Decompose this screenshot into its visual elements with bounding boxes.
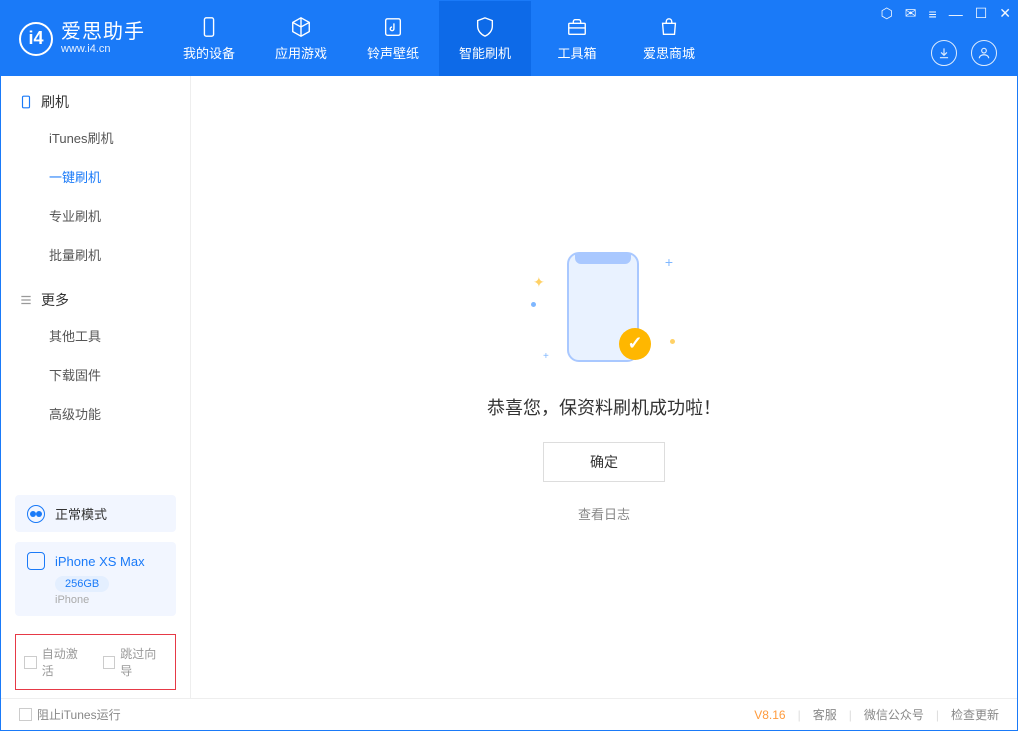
app-logo: i4 爱思助手 www.i4.cn <box>1 1 163 76</box>
toolbox-icon <box>565 15 589 39</box>
shirt-icon[interactable]: ⬡ <box>881 5 893 22</box>
logo-icon: i4 <box>19 22 53 56</box>
tab-toolbox[interactable]: 工具箱 <box>531 1 623 76</box>
device-type: iPhone <box>55 594 164 606</box>
checkbox-auto-activate[interactable]: 自动激活 <box>24 645 89 679</box>
tab-ringtone-wallpaper[interactable]: 铃声壁纸 <box>347 1 439 76</box>
checkbox-icon <box>19 708 32 721</box>
success-illustration: ✓ ✦ + + <box>529 252 679 372</box>
sidebar-section-flash: 刷机 <box>1 76 190 118</box>
menu-icon[interactable]: ≡ <box>929 6 937 22</box>
sparkle-icon: + <box>665 254 673 270</box>
footer: 阻止iTunes运行 V8.16 | 客服 | 微信公众号 | 检查更新 <box>1 698 1017 730</box>
sparkle-icon: + <box>543 351 549 362</box>
download-icon[interactable] <box>931 40 957 66</box>
sidebar-item-advanced[interactable]: 高级功能 <box>1 394 190 433</box>
checkbox-icon <box>103 656 116 669</box>
tab-apps-games[interactable]: 应用游戏 <box>255 1 347 76</box>
device-card[interactable]: iPhone XS Max 256GB iPhone <box>15 542 176 616</box>
highlighted-options: 自动激活 跳过向导 <box>15 634 176 690</box>
device-small-icon <box>27 552 45 570</box>
dot-icon <box>531 302 536 307</box>
sidebar-section-more: 更多 <box>1 274 190 316</box>
ok-button[interactable]: 确定 <box>543 442 665 482</box>
checkmark-badge-icon: ✓ <box>619 328 651 360</box>
sidebar-item-itunes-flash[interactable]: iTunes刷机 <box>1 118 190 157</box>
sidebar: 刷机 iTunes刷机 一键刷机 专业刷机 批量刷机 更多 其他工具 下载固件 … <box>1 76 191 698</box>
app-title: 爱思助手 <box>61 21 145 43</box>
phone-icon <box>19 95 33 109</box>
list-icon <box>19 293 33 307</box>
device-name: iPhone XS Max <box>55 554 145 569</box>
version-label: V8.16 <box>754 708 785 722</box>
cube-icon <box>289 15 313 39</box>
tab-store[interactable]: 爱思商城 <box>623 1 715 76</box>
checkbox-skip-guide[interactable]: 跳过向导 <box>103 645 168 679</box>
success-message: 恭喜您，保资料刷机成功啦！ <box>487 394 721 420</box>
header-right-icons <box>931 40 997 66</box>
sidebar-item-other-tools[interactable]: 其他工具 <box>1 316 190 355</box>
checkbox-block-itunes[interactable]: 阻止iTunes运行 <box>19 706 121 723</box>
footer-link-support[interactable]: 客服 <box>813 706 837 723</box>
window-controls: ⬡ ✉ ≡ — ☐ ✕ <box>881 5 1011 22</box>
mode-label: 正常模式 <box>55 504 107 523</box>
dot-icon <box>670 339 675 344</box>
music-icon <box>381 15 405 39</box>
tab-smart-flash[interactable]: 智能刷机 <box>439 1 531 76</box>
footer-link-update[interactable]: 检查更新 <box>951 706 999 723</box>
sidebar-item-batch-flash[interactable]: 批量刷机 <box>1 235 190 274</box>
body: 刷机 iTunes刷机 一键刷机 专业刷机 批量刷机 更多 其他工具 下载固件 … <box>1 76 1017 698</box>
app-window: i4 爱思助手 www.i4.cn 我的设备 应用游戏 铃声壁纸 智能刷机 <box>0 0 1018 731</box>
main-content: ✓ ✦ + + 恭喜您，保资料刷机成功啦！ 确定 查看日志 <box>191 76 1017 698</box>
nav-tabs: 我的设备 应用游戏 铃声壁纸 智能刷机 工具箱 爱思商城 <box>163 1 715 76</box>
sidebar-item-oneclick-flash[interactable]: 一键刷机 <box>1 157 190 196</box>
user-icon[interactable] <box>971 40 997 66</box>
shield-icon <box>473 15 497 39</box>
device-mode-card[interactable]: 正常模式 <box>15 495 176 532</box>
capacity-badge: 256GB <box>55 576 109 592</box>
minimize-button[interactable]: — <box>949 6 963 22</box>
checkbox-icon <box>24 656 37 669</box>
sparkle-icon: ✦ <box>533 274 545 291</box>
maximize-button[interactable]: ☐ <box>975 5 988 22</box>
view-log-link[interactable]: 查看日志 <box>578 504 630 523</box>
feedback-icon[interactable]: ✉ <box>905 5 917 22</box>
device-icon <box>197 15 221 39</box>
header: i4 爱思助手 www.i4.cn 我的设备 应用游戏 铃声壁纸 智能刷机 <box>1 1 1017 76</box>
tab-my-device[interactable]: 我的设备 <box>163 1 255 76</box>
mode-icon <box>27 505 45 523</box>
store-icon <box>657 15 681 39</box>
close-button[interactable]: ✕ <box>999 5 1011 22</box>
sidebar-item-pro-flash[interactable]: 专业刷机 <box>1 196 190 235</box>
app-subtitle: www.i4.cn <box>61 43 145 55</box>
footer-link-wechat[interactable]: 微信公众号 <box>864 706 924 723</box>
sidebar-item-download-firmware[interactable]: 下载固件 <box>1 355 190 394</box>
